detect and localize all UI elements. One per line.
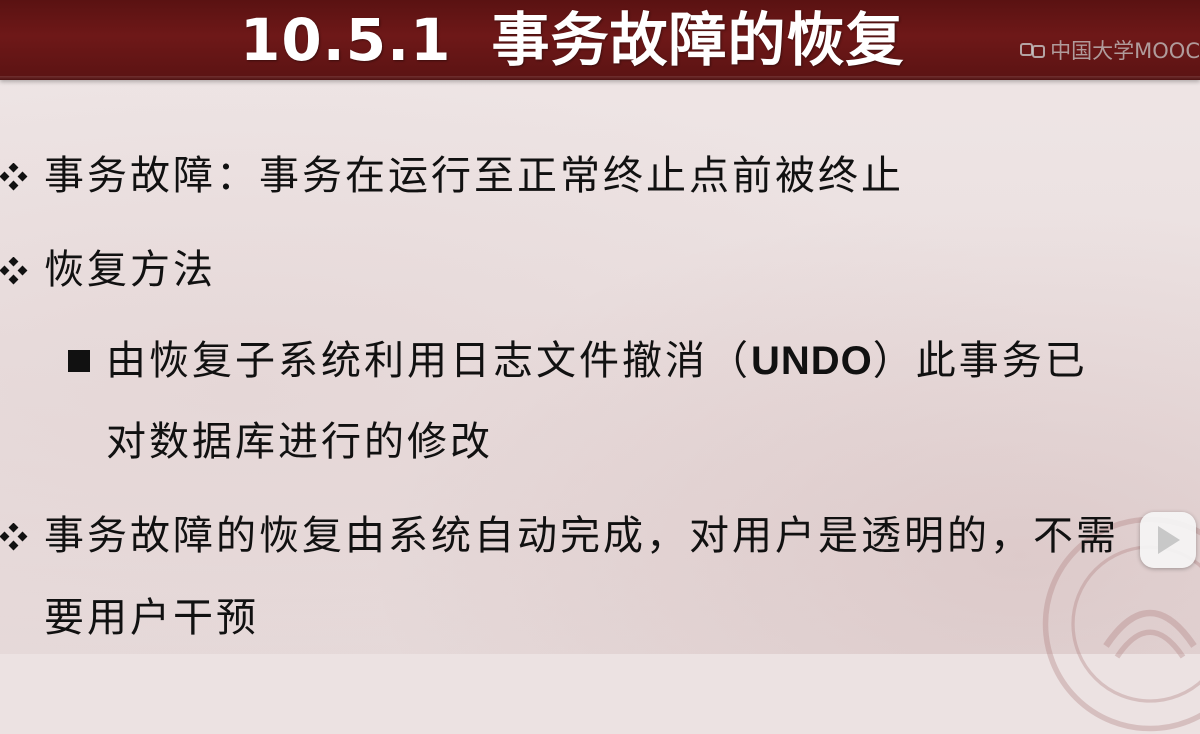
sub-bullet-line-1: 由恢复子系统利用日志文件撤消（UNDO）此事务已 [106,337,1088,385]
bullet-3-line-2: 要用户干预 [44,594,259,642]
diamond-bullet-icon [0,523,28,551]
sub-bullet-text-after: ）此事务已 [873,338,1088,384]
bullet-2-text: 恢复方法 [44,246,216,294]
sub-bullet-text-before: 由恢复子系统利用日志文件撤消（ [106,338,751,384]
diamond-bullet-icon [0,163,28,191]
undo-keyword: UNDO [751,339,873,383]
bullet-1-text: 事务故障：事务在运行至正常终止点前被终止 [44,152,904,200]
sub-bullet-line-2: 对数据库进行的修改 [106,418,493,466]
play-button[interactable] [1140,512,1196,568]
slide-background: 10.5.1事务故障的恢复 中国大学MOOC 事务故障：事务在运行至正常终止点前… [0,0,1200,654]
play-icon [1154,524,1182,556]
bullet-3-line-1: 事务故障的恢复由系统自动完成，对用户是透明的，不需 [44,512,1119,560]
square-bullet-icon [68,350,90,372]
slide-content: 事务故障：事务在运行至正常终止点前被终止 恢复方法 由恢复子系统利用日志文件撤消… [0,0,1200,654]
diamond-bullet-icon [0,257,28,285]
